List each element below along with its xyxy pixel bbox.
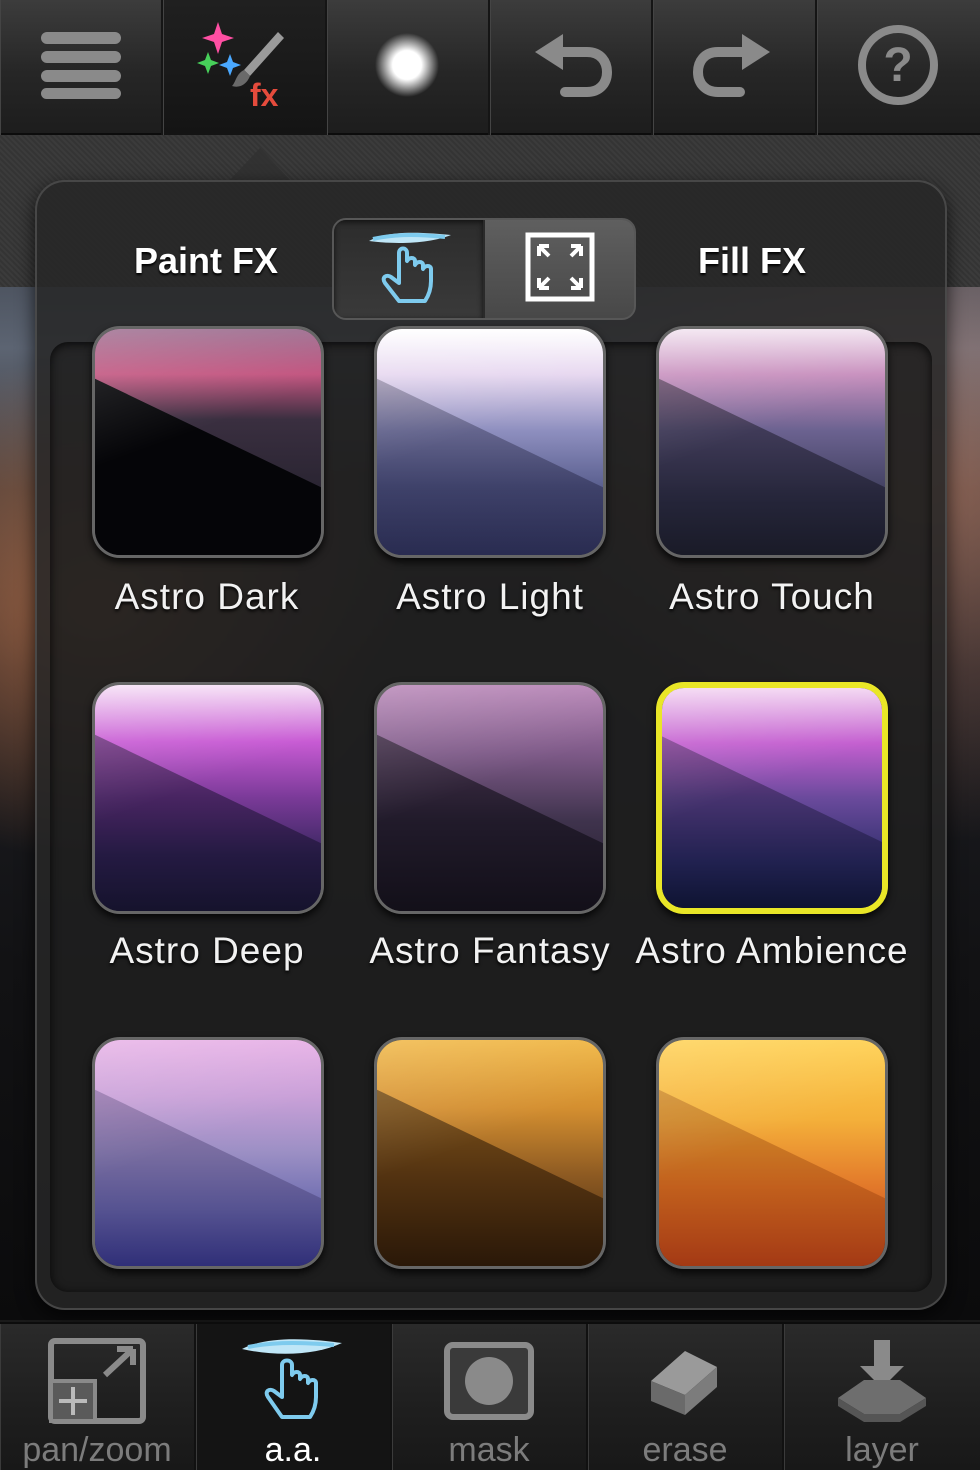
paint-fx-icon: fx bbox=[196, 20, 292, 115]
menu-icon bbox=[39, 28, 123, 107]
undo-button[interactable] bbox=[490, 0, 654, 135]
svg-text:?: ? bbox=[884, 39, 913, 92]
effect-label: Astro Touch bbox=[669, 576, 875, 617]
svg-text:fx: fx bbox=[250, 77, 279, 110]
effect-label bbox=[340, 1285, 640, 1305]
effect-label: Astro Ambience bbox=[635, 930, 909, 971]
layer-button[interactable]: layer bbox=[784, 1324, 980, 1470]
menu-button[interactable] bbox=[0, 0, 164, 135]
help-icon: ? bbox=[856, 23, 940, 112]
effect-label: Astro Fantasy bbox=[369, 930, 611, 971]
redo-icon bbox=[692, 30, 776, 105]
redo-button[interactable] bbox=[653, 0, 817, 135]
eraser-icon bbox=[645, 1341, 725, 1426]
effect-thumbnail[interactable] bbox=[92, 1037, 324, 1269]
effect-label bbox=[57, 1285, 357, 1305]
undo-icon bbox=[529, 30, 613, 105]
help-button[interactable]: ? bbox=[817, 0, 980, 135]
pan-zoom-icon bbox=[47, 1337, 147, 1430]
brush-size-icon bbox=[372, 30, 442, 105]
paint-mode-button[interactable] bbox=[334, 220, 483, 318]
effect-thumbnail[interactable] bbox=[374, 1037, 606, 1269]
popup-pointer bbox=[228, 148, 292, 182]
mask-label: mask bbox=[448, 1431, 530, 1469]
effect-thumbnail-astro-fantasy[interactable] bbox=[374, 682, 606, 914]
effect-label: Astro Deep bbox=[109, 930, 305, 971]
brush-size-button[interactable] bbox=[327, 0, 490, 135]
erase-label: erase bbox=[642, 1431, 728, 1469]
erase-button[interactable]: erase bbox=[588, 1324, 784, 1470]
paint-fx-label[interactable]: Paint FX bbox=[134, 240, 278, 282]
effect-thumbnail-astro-touch[interactable] bbox=[656, 326, 888, 558]
auto-adjust-button[interactable]: a.a. bbox=[196, 1324, 392, 1470]
effect-thumbnail[interactable] bbox=[656, 1037, 888, 1269]
bottom-toolbar: pan/zoom a.a. mask erase layer bbox=[0, 1322, 980, 1470]
effect-thumbnail-astro-dark[interactable] bbox=[92, 326, 324, 558]
fill-mode-button[interactable] bbox=[483, 220, 634, 318]
fill-expand-icon bbox=[525, 232, 595, 307]
paint-fx-button[interactable]: fx bbox=[163, 0, 327, 135]
fx-mode-segmented-control bbox=[332, 218, 636, 320]
pan-zoom-button[interactable]: pan/zoom bbox=[0, 1324, 196, 1470]
effect-thumbnail-astro-light[interactable] bbox=[374, 326, 606, 558]
fill-fx-label[interactable]: Fill FX bbox=[698, 240, 806, 282]
top-toolbar: fx ? bbox=[0, 0, 980, 135]
touch-brush-icon bbox=[238, 1335, 348, 1432]
layer-icon bbox=[834, 1336, 930, 1431]
layer-label: layer bbox=[845, 1431, 919, 1469]
auto-adjust-label: a.a. bbox=[264, 1431, 322, 1469]
pan-zoom-label: pan/zoom bbox=[22, 1431, 172, 1469]
effect-label bbox=[622, 1285, 922, 1305]
mask-icon bbox=[443, 1341, 535, 1426]
paint-touch-icon bbox=[359, 225, 459, 314]
effect-label: Astro Dark bbox=[114, 576, 300, 617]
effect-thumbnail-astro-ambience[interactable] bbox=[656, 682, 888, 914]
effect-thumbnail-astro-deep[interactable] bbox=[92, 682, 324, 914]
effect-label: Astro Light bbox=[396, 576, 584, 617]
mask-button[interactable]: mask bbox=[392, 1324, 588, 1470]
